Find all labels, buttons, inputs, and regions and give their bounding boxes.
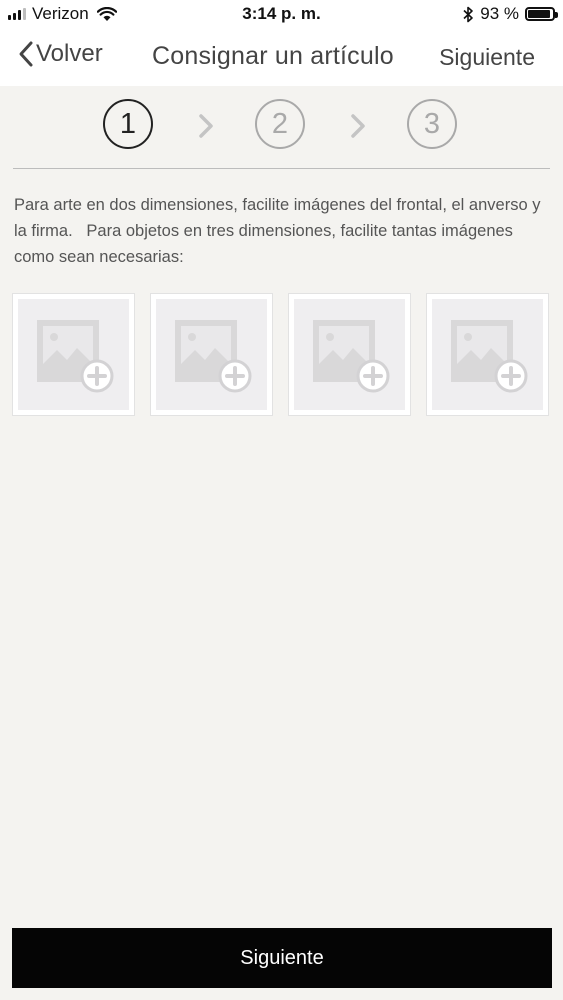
status-bar: Verizon 3:14 p. m. 93 % [0,0,563,30]
next-button[interactable]: Siguiente [12,928,552,988]
image-slot-2[interactable] [150,293,273,416]
add-image-icon [175,320,252,393]
battery-icon [525,7,558,21]
add-image-icon [451,320,528,393]
back-label: Volver [36,40,103,67]
step-2: 2 [255,99,305,149]
step-1: 1 [103,99,153,149]
step-3: 3 [407,99,457,149]
back-button[interactable]: Volver [18,40,103,68]
image-slot-3[interactable] [288,293,411,416]
image-slot-4[interactable] [426,293,549,416]
add-image-icon [37,320,114,393]
divider [13,168,550,169]
image-slot-1[interactable] [12,293,135,416]
bluetooth-icon [463,6,474,22]
chevron-left-icon [19,41,33,67]
chevron-right-icon [199,114,213,138]
add-image-icon [313,320,390,393]
image-slots [12,293,552,416]
status-right: 93 % [463,4,558,24]
nav-bar: Volver Consignar un artículo Siguiente [0,30,563,86]
step-indicator: 1 2 3 [0,86,563,168]
next-link[interactable]: Siguiente [439,44,535,71]
instructions-text: Para arte en dos dimensiones, facilite i… [14,196,546,266]
chevron-right-icon [351,114,365,138]
battery-fill [528,10,551,18]
battery-percent: 93 % [480,4,519,23]
page-title: Consignar un artículo [152,42,394,70]
